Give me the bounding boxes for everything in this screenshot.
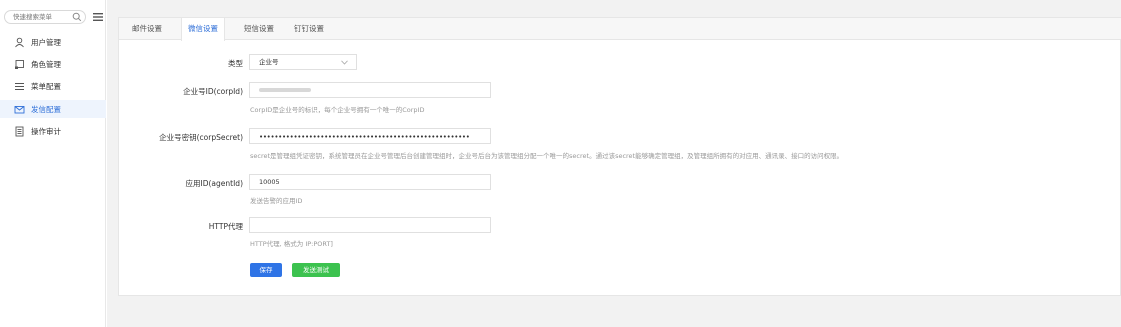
redacted-value bbox=[259, 88, 311, 92]
proxy-input[interactable] bbox=[249, 217, 491, 233]
agentid-label: 应用ID(agentId) bbox=[185, 179, 243, 188]
corpid-label: 企业号ID(corpId) bbox=[183, 87, 243, 96]
tab-dingtalk[interactable]: 钉钉设置 bbox=[287, 18, 331, 40]
sidebar-item-label: 用户管理 bbox=[31, 37, 61, 47]
tab-wechat[interactable]: 微信设置 bbox=[181, 18, 225, 41]
sidebar-search bbox=[4, 10, 104, 24]
sidebar-item-audit[interactable]: 操作审计 bbox=[0, 122, 106, 140]
sidebar-item-label: 角色管理 bbox=[31, 59, 61, 69]
main-area: 邮件设置 微信设置 短信设置 钉钉设置 类型 企业号 企业号ID(corpId)… bbox=[107, 0, 1121, 327]
agentid-input[interactable]: 10005 bbox=[249, 174, 491, 190]
type-label: 类型 bbox=[228, 59, 243, 68]
corpsecret-label: 企业号密钥(corpSecret) bbox=[159, 133, 243, 142]
type-select[interactable]: 企业号 bbox=[249, 54, 357, 70]
sidebar-item-users[interactable]: 用户管理 bbox=[0, 33, 106, 51]
sidebar-item-notify[interactable]: 发信配置 bbox=[0, 100, 106, 118]
audit-icon bbox=[15, 126, 24, 136]
mail-icon bbox=[14, 105, 25, 113]
sidebar-item-label: 发信配置 bbox=[31, 104, 61, 114]
agentid-value: 10005 bbox=[259, 178, 280, 186]
sidebar-item-label: 操作审计 bbox=[31, 126, 61, 136]
hamburger-menu-icon[interactable] bbox=[92, 11, 104, 23]
tab-email[interactable]: 邮件设置 bbox=[125, 18, 169, 40]
save-button[interactable]: 保存 bbox=[250, 263, 282, 277]
corpsecret-value: ••••••••••••••••••••••••••••••••••••••••… bbox=[259, 133, 469, 141]
corpsecret-input[interactable]: ••••••••••••••••••••••••••••••••••••••••… bbox=[249, 128, 491, 144]
send-test-button[interactable]: 发送测试 bbox=[292, 263, 340, 277]
sidebar: 用户管理 角色管理 菜单配置 发信配置 操作审计 bbox=[0, 0, 106, 327]
sidebar-item-menus[interactable]: 菜单配置 bbox=[0, 77, 106, 95]
sidebar-item-label: 菜单配置 bbox=[31, 81, 61, 91]
corpid-input[interactable] bbox=[249, 82, 491, 98]
settings-card: 邮件设置 微信设置 短信设置 钉钉设置 类型 企业号 企业号ID(corpId)… bbox=[118, 17, 1121, 296]
corpsecret-help: secret是管理组凭证密钥，系统管理员在企业号管理后台创建管理组时，企业号后台… bbox=[250, 152, 844, 160]
proxy-label: HTTP代理 bbox=[208, 222, 243, 231]
corpid-help: CorpID是企业号的标识，每个企业号拥有一个唯一的CorpID bbox=[250, 106, 425, 114]
agentid-help: 发送告警的应用ID bbox=[250, 197, 303, 205]
search-icon[interactable] bbox=[72, 12, 82, 22]
sidebar-item-roles[interactable]: 角色管理 bbox=[0, 55, 106, 73]
proxy-help: HTTP代理, 格式为 IP:PORT] bbox=[250, 240, 333, 248]
tab-sms[interactable]: 短信设置 bbox=[237, 18, 281, 40]
chevron-down-icon bbox=[341, 60, 348, 65]
type-select-value: 企业号 bbox=[259, 58, 279, 66]
role-icon bbox=[15, 59, 24, 69]
tab-bar: 邮件设置 微信设置 短信设置 钉钉设置 bbox=[119, 18, 1121, 41]
list-icon bbox=[15, 82, 24, 90]
user-icon bbox=[15, 37, 24, 47]
